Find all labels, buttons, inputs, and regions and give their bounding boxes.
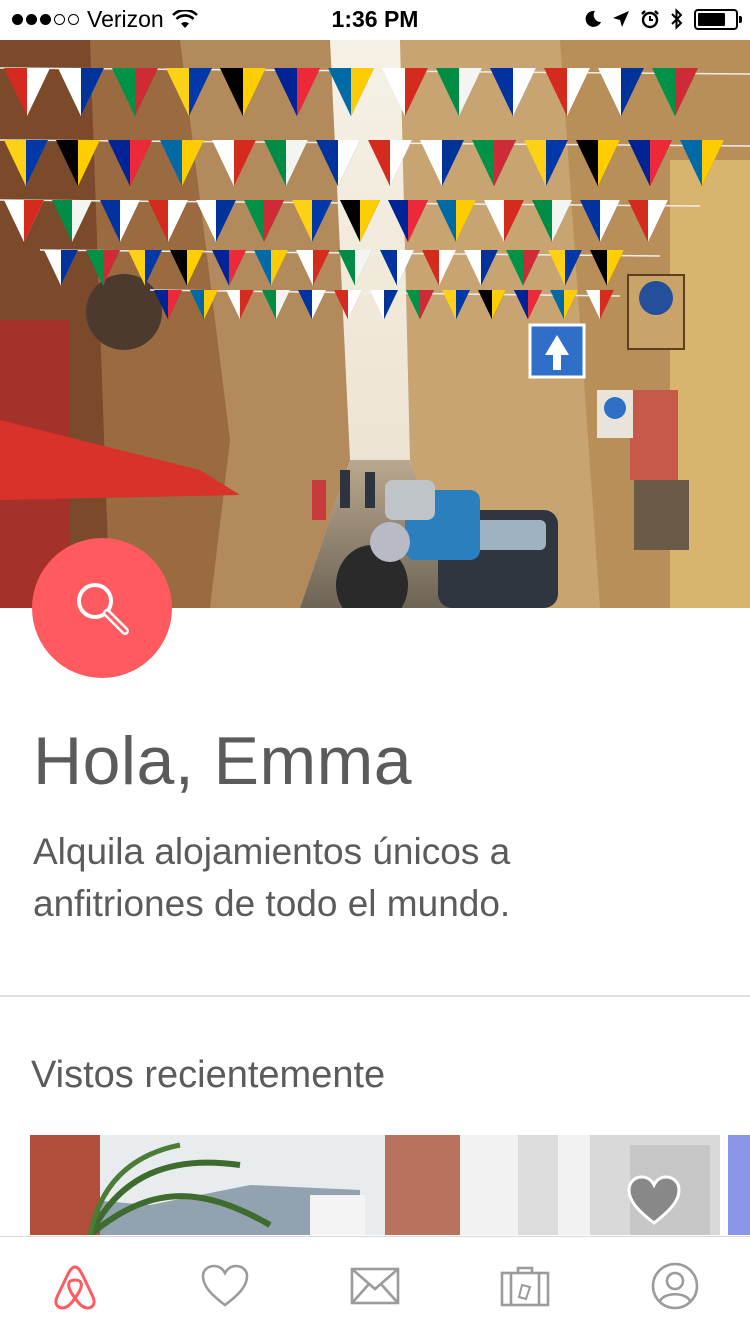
bunting-flag xyxy=(490,68,536,117)
bunting-flag xyxy=(652,68,698,117)
heart-icon xyxy=(201,1264,249,1307)
bunting-flags xyxy=(0,67,750,320)
envelope-icon xyxy=(350,1267,400,1305)
bunting-flag xyxy=(4,68,50,117)
bunting-flag xyxy=(212,140,256,187)
bunting-flag xyxy=(576,140,620,187)
bunting-flag xyxy=(472,140,516,187)
bunting-flag xyxy=(148,200,188,242)
bunting-flag xyxy=(532,200,572,242)
bunting-flag xyxy=(484,200,524,242)
tab-explore[interactable] xyxy=(35,1246,115,1326)
location-arrow-icon xyxy=(613,11,629,27)
bunting-flag xyxy=(298,290,326,320)
bunting-flag xyxy=(4,140,48,187)
bunting-flag xyxy=(506,250,540,286)
bunting-flag xyxy=(550,290,578,320)
bunting-flag xyxy=(220,68,266,117)
bunting-flag xyxy=(388,200,428,242)
bunting-flag xyxy=(340,200,380,242)
bunting-flag xyxy=(514,290,542,320)
listing-photo xyxy=(30,1135,720,1235)
recent-listing-card[interactable] xyxy=(30,1135,720,1235)
bunting-flag xyxy=(334,290,362,320)
bunting-flag xyxy=(628,200,668,242)
bunting-flag xyxy=(154,290,182,320)
search-icon xyxy=(77,583,129,635)
airbnb-logo-icon xyxy=(54,1265,96,1310)
bunting-flag xyxy=(160,140,204,187)
bunting-flag xyxy=(338,250,372,286)
bunting-flag xyxy=(170,250,204,286)
bunting-flag xyxy=(254,250,288,286)
bunting-flag xyxy=(244,200,284,242)
bunting-flag xyxy=(58,68,104,117)
bunting-flag xyxy=(628,140,672,187)
bunting-flag xyxy=(524,140,568,187)
bunting-flag xyxy=(274,68,320,117)
bunting-flag xyxy=(436,200,476,242)
bunting-flag xyxy=(86,250,120,286)
heart-icon[interactable] xyxy=(626,1175,682,1227)
tab-trips[interactable] xyxy=(485,1246,565,1326)
tab-profile[interactable] xyxy=(635,1246,715,1326)
bunting-flag xyxy=(52,200,92,242)
next-listing-card-peek[interactable] xyxy=(728,1135,750,1235)
bunting-flag xyxy=(128,250,162,286)
bunting-flag xyxy=(380,250,414,286)
bunting-flag xyxy=(680,140,724,187)
bunting-flag xyxy=(544,68,590,117)
bunting-flag xyxy=(112,68,158,117)
bunting-flag xyxy=(264,140,308,187)
alarm-clock-icon xyxy=(641,10,659,29)
profile-icon xyxy=(651,1262,699,1310)
bunting-flag xyxy=(196,200,236,242)
search-button[interactable] xyxy=(32,538,172,678)
status-right xyxy=(584,8,742,30)
bunting-flag xyxy=(548,250,582,286)
bunting-flag xyxy=(598,68,644,117)
section-divider xyxy=(0,995,750,997)
battery-icon xyxy=(694,8,742,30)
bunting-flag xyxy=(296,250,330,286)
bunting-flag xyxy=(422,250,456,286)
hero-image xyxy=(0,40,750,608)
bunting-flag xyxy=(166,68,212,117)
tab-bar xyxy=(0,1236,750,1335)
bunting-flag xyxy=(420,140,464,187)
bunting-flag xyxy=(370,290,398,320)
bunting-flag xyxy=(464,250,498,286)
bunting-flag xyxy=(292,200,332,242)
bunting-flag xyxy=(316,140,360,187)
bunting-flag xyxy=(406,290,434,320)
bunting-flag xyxy=(590,250,624,286)
bunting-flag xyxy=(262,290,290,320)
bunting-flag xyxy=(328,68,374,117)
bunting-flag xyxy=(212,250,246,286)
bunting-flag xyxy=(56,140,100,187)
bunting-flag xyxy=(4,200,44,242)
tab-inbox[interactable] xyxy=(335,1246,415,1326)
tab-saved[interactable] xyxy=(185,1246,265,1326)
bunting-flag xyxy=(100,200,140,242)
greeting-subtitle: Alquila alojamientos únicos a anfitrione… xyxy=(33,831,511,924)
bunting-flag xyxy=(586,290,614,320)
bunting-flag xyxy=(368,140,412,187)
moon-icon xyxy=(585,10,601,27)
bluetooth-icon xyxy=(671,8,683,30)
status-bar: Verizon 1:36 PM xyxy=(0,0,750,40)
bunting-flag xyxy=(436,68,482,117)
bunting-flag xyxy=(190,290,218,320)
bunting-flag xyxy=(44,250,78,286)
greeting-heading: Hola, Emma xyxy=(33,723,413,799)
bunting-flag xyxy=(108,140,152,187)
suitcase-icon xyxy=(500,1266,550,1307)
bunting-flag xyxy=(382,68,428,117)
bunting-flag xyxy=(226,290,254,320)
bunting-flag xyxy=(580,200,620,242)
bunting-flag xyxy=(478,290,506,320)
recently-viewed-title: Vistos recientemente xyxy=(31,1054,386,1096)
bunting-flag xyxy=(442,290,470,320)
